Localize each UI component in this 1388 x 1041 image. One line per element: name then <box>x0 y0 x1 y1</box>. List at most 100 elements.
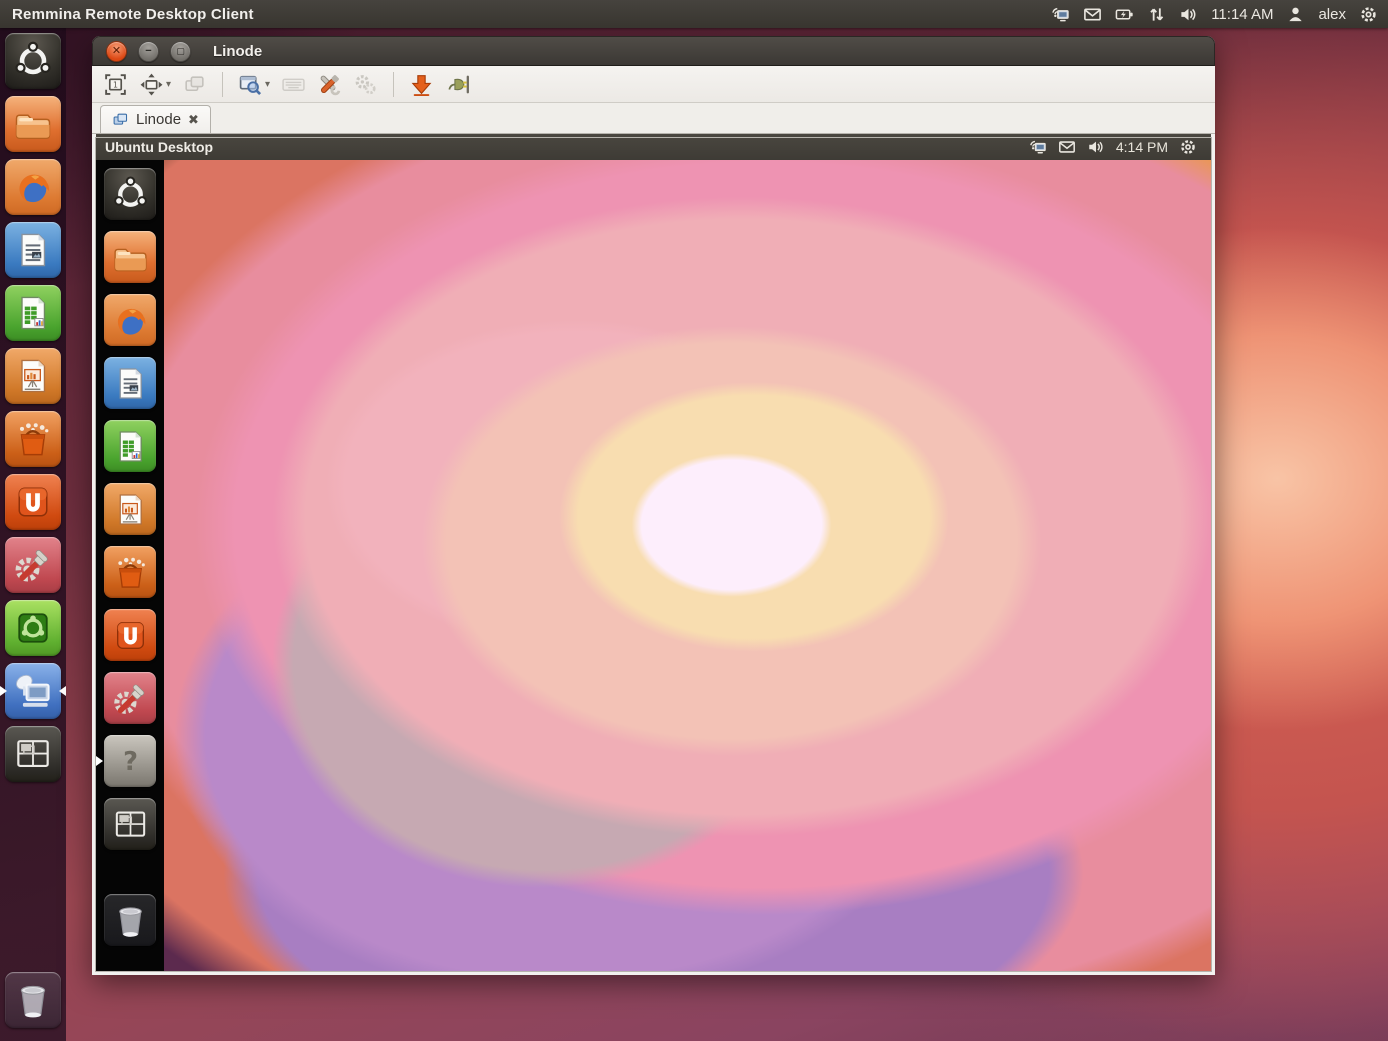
tab-bar: Linode ✖ <box>92 103 1215 134</box>
remote-launcher-item-workspace-switcher[interactable] <box>96 798 164 850</box>
tools-button[interactable] <box>314 70 345 99</box>
window-titlebar[interactable]: ✕−▢ Linode <box>92 36 1215 66</box>
host-launcher-item-ubuntu-green-app[interactable] <box>0 600 66 656</box>
calc-icon <box>5 285 61 341</box>
workspaces-icon <box>104 798 156 850</box>
host-indicator-icons <box>1051 5 1198 24</box>
remote-launcher-item-unknown-app[interactable] <box>96 735 164 787</box>
window-controls: ✕−▢ <box>106 41 191 62</box>
arrowdown-icon <box>409 72 434 97</box>
writer-icon <box>5 222 61 278</box>
remote-launcher-item-ubuntu-one[interactable] <box>96 609 164 661</box>
host-launcher-item-software-center[interactable] <box>0 411 66 467</box>
toolbar-separator <box>222 72 223 97</box>
remote-launcher-item-libreoffice-calc[interactable] <box>96 420 164 472</box>
grab-keyboard-button[interactable] <box>278 70 309 99</box>
fit-icon <box>139 72 164 97</box>
host-launcher-item-remmina[interactable] <box>0 663 66 719</box>
host-launcher-item-workspace-switcher[interactable] <box>0 726 66 782</box>
minimize-window-button[interactable] <box>406 70 437 99</box>
folder-icon <box>5 96 61 152</box>
dropdown-caret-icon[interactable]: ▾ <box>166 79 171 90</box>
trash-icon <box>104 894 156 946</box>
folder-icon <box>104 231 156 283</box>
mail-icon[interactable] <box>1058 138 1076 156</box>
host-launcher-item-system-settings[interactable] <box>0 537 66 593</box>
plug-icon <box>445 72 470 97</box>
sync-icon[interactable] <box>1147 5 1166 24</box>
tab-window-icon <box>112 111 129 128</box>
remote-desktop-view[interactable] <box>96 160 1211 971</box>
ubuntuone-icon <box>5 474 61 530</box>
greenubuntu-icon <box>5 600 61 656</box>
settings-icon <box>104 672 156 724</box>
session-gear-icon[interactable] <box>1359 5 1378 24</box>
disconnect-button[interactable] <box>442 70 473 99</box>
remote-launcher-item-libreoffice-impress[interactable] <box>96 483 164 535</box>
host-launcher-item-dash-home[interactable] <box>0 33 66 89</box>
host-launcher-item-firefox[interactable] <box>0 159 66 215</box>
dropdown-caret-icon[interactable]: ▾ <box>265 79 270 90</box>
host-launcher-item-libreoffice-calc[interactable] <box>0 285 66 341</box>
volume-icon[interactable] <box>1179 5 1198 24</box>
remote-panel-title: Ubuntu Desktop <box>105 139 213 155</box>
host-launcher-item-home-folder[interactable] <box>0 96 66 152</box>
impress-icon <box>5 348 61 404</box>
remote-network-icon[interactable] <box>1029 138 1047 156</box>
tools-icon <box>317 72 342 97</box>
host-unity-launcher <box>0 28 66 1041</box>
session-gear-icon[interactable] <box>1179 138 1197 156</box>
host-launcher-item-trash[interactable] <box>0 972 66 1028</box>
software-icon <box>5 411 61 467</box>
battery-icon[interactable] <box>1115 5 1134 24</box>
remote-launcher-item-dash-home[interactable] <box>96 168 164 220</box>
remote-indicator-tray: 4:14 PM <box>1029 138 1211 156</box>
question-icon <box>104 735 156 787</box>
scaled-icon <box>238 72 263 97</box>
tab-label: Linode <box>136 111 181 128</box>
host-clock[interactable]: 11:14 AM <box>1211 6 1273 23</box>
host-app-title: Remmina Remote Desktop Client <box>12 6 254 23</box>
scaled-mode-button[interactable]: ▾ <box>235 70 273 99</box>
calc-icon <box>104 420 156 472</box>
remote-launcher-item-system-settings[interactable] <box>96 672 164 724</box>
remote-clock[interactable]: 4:14 PM <box>1116 139 1168 155</box>
preferences-button[interactable] <box>350 70 381 99</box>
fullscreen-button[interactable] <box>100 70 131 99</box>
tab-close-icon[interactable]: ✖ <box>188 113 199 126</box>
fit-window-button[interactable]: ▾ <box>136 70 174 99</box>
remote-launcher-item-software-center[interactable] <box>96 546 164 598</box>
firefox-icon <box>104 294 156 346</box>
maximize-button[interactable]: ▢ <box>170 41 191 62</box>
switch-tab-button[interactable] <box>179 70 210 99</box>
remote-launcher-item-trash[interactable] <box>96 894 164 946</box>
remote-unity-launcher <box>96 160 164 971</box>
remote-launcher-item-libreoffice-writer[interactable] <box>96 357 164 409</box>
impress-icon <box>104 483 156 535</box>
host-launcher-item-libreoffice-writer[interactable] <box>0 222 66 278</box>
close-button[interactable]: ✕ <box>106 41 127 62</box>
toolbar-separator <box>393 72 394 97</box>
host-launcher-item-libreoffice-impress[interactable] <box>0 348 66 404</box>
remote-launcher-item-firefox[interactable] <box>96 294 164 346</box>
mail-icon[interactable] <box>1083 5 1102 24</box>
duplicate-icon <box>182 72 207 97</box>
remmina-toolbar: ▾▾ <box>92 66 1215 103</box>
ubuntu-icon <box>104 168 156 220</box>
fullscreen-icon <box>103 72 128 97</box>
remmina-window: ✕−▢ Linode ▾▾ Linode ✖ Ubuntu Desktop 4:… <box>92 36 1215 975</box>
remote-desktop-wallpaper <box>96 160 1211 971</box>
host-launcher-item-ubuntu-one[interactable] <box>0 474 66 530</box>
minimize-button[interactable]: − <box>138 41 159 62</box>
remote-session-viewport: Ubuntu Desktop 4:14 PM <box>92 134 1215 975</box>
running-indicator-arrow <box>96 756 103 766</box>
tab-linode[interactable]: Linode ✖ <box>100 105 211 133</box>
remote-network-icon[interactable] <box>1051 5 1070 24</box>
ubuntuone-icon <box>104 609 156 661</box>
remote-top-panel: Ubuntu Desktop 4:14 PM <box>96 134 1211 160</box>
volume-icon[interactable] <box>1087 138 1105 156</box>
user-icon[interactable] <box>1286 5 1305 24</box>
remote-launcher-item-home-folder[interactable] <box>96 231 164 283</box>
host-username[interactable]: alex <box>1318 6 1346 23</box>
remmina-icon <box>5 663 61 719</box>
